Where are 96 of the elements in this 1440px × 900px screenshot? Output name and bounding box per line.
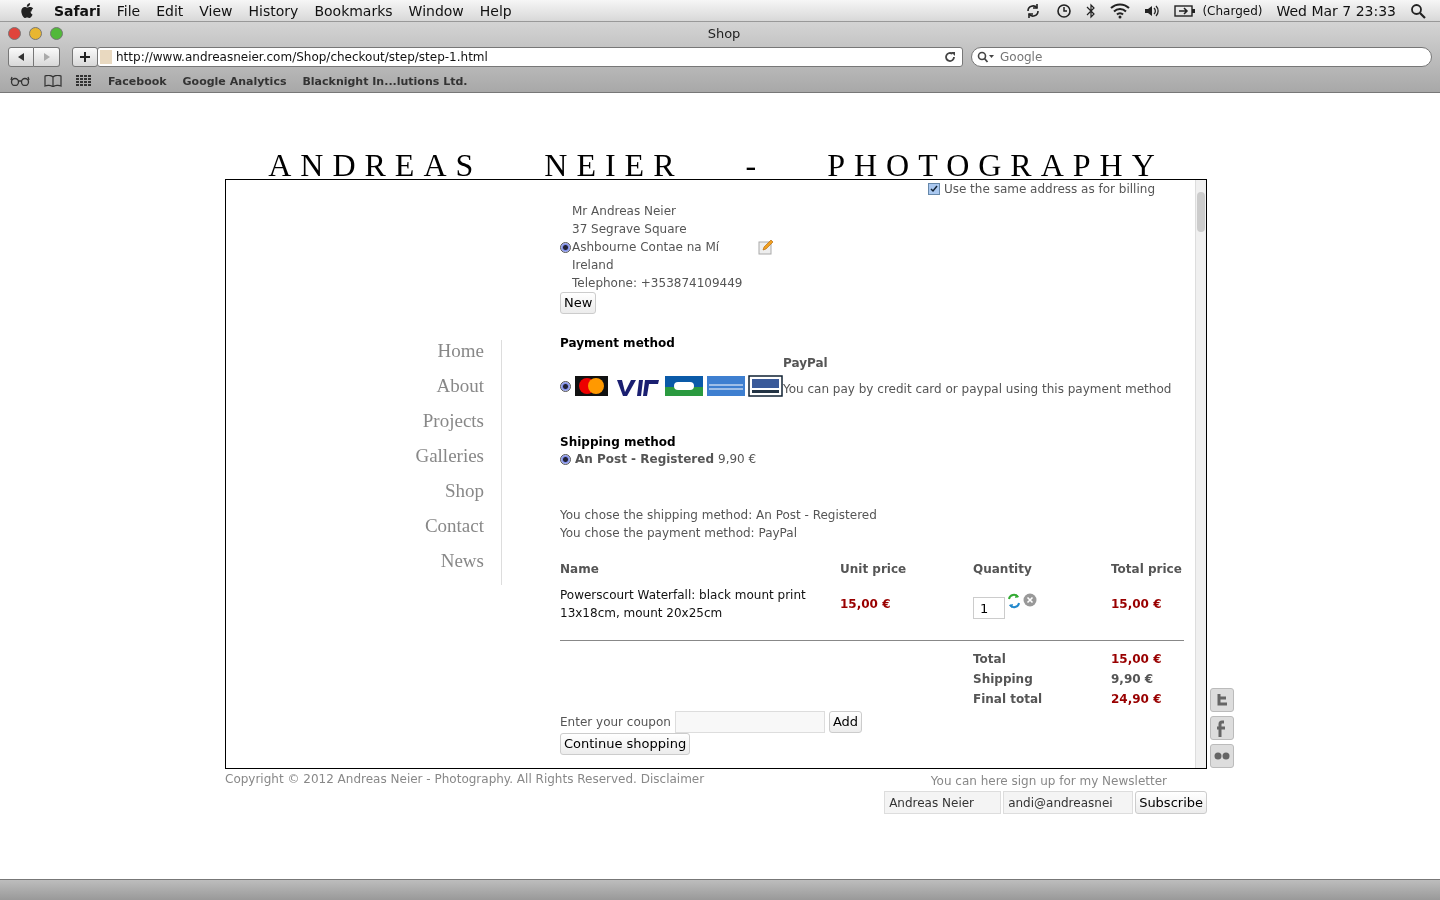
new-button[interactable]: New	[560, 292, 597, 314]
total-price: 15,00 €	[1111, 596, 1163, 613]
product-name: Powerscourt Waterfall: black mount print 13x18cm, mount 20x25cm	[560, 587, 807, 622]
total-value: 24,90 €	[1111, 691, 1163, 708]
nav-link[interactable]: About	[436, 375, 484, 397]
close-button[interactable]	[8, 26, 21, 40]
refresh-icon[interactable]	[1007, 593, 1021, 609]
section-heading: Shipping method	[560, 434, 676, 450]
bookmark-link[interactable]: Google Analytics	[182, 74, 287, 88]
menu-item[interactable]: Edit	[156, 2, 184, 19]
checkbox-label: Use the same address as for billing	[943, 182, 1155, 196]
column-header: Total price	[1111, 561, 1183, 578]
reading-list-icon[interactable]	[10, 76, 30, 86]
window-title: Shop	[707, 25, 741, 41]
nav-link[interactable]: Galleries	[415, 445, 484, 467]
menu-item[interactable]: Bookmarks	[314, 2, 393, 19]
total-value: 15,00 €	[1111, 651, 1163, 668]
site-title: ANDREAS NEIER - PHOTOGRAPHY	[267, 147, 1165, 183]
section-heading: Payment method	[560, 335, 675, 352]
payment-option-name: PayPal	[783, 355, 829, 372]
radio-button[interactable]	[560, 381, 571, 392]
summary-line: You chose the shipping method: An Post - Registered	[560, 507, 877, 524]
menu-item[interactable]: Help	[479, 2, 512, 19]
grid-icon[interactable]	[76, 75, 92, 87]
total-label: Total	[973, 651, 1007, 668]
menu-item[interactable]: View	[199, 2, 233, 19]
shipping-price: 9,90 €	[718, 451, 757, 468]
coupon-field[interactable]	[674, 711, 825, 733]
address-line: Mr Andreas Neier	[572, 203, 677, 220]
back-button[interactable]	[8, 47, 34, 67]
sync-icon[interactable]	[1025, 2, 1042, 19]
menu-item[interactable]: History	[248, 2, 299, 19]
bookmark-link[interactable]: Facebook	[108, 74, 167, 88]
battery-status: (Charged)	[1202, 3, 1263, 18]
zoom-button[interactable]	[50, 26, 63, 40]
nav-link[interactable]: Shop	[444, 480, 484, 502]
flickr-icon[interactable]	[1210, 744, 1234, 768]
copyright-text: Copyright © 2012 Andreas Neier - Photography. All Rights Reserved. Disclaimer	[225, 772, 705, 788]
bookmark-link[interactable]: Blacknight In...lutions Ltd.	[302, 74, 468, 88]
radio-button[interactable]	[560, 241, 571, 253]
address-line: 37 Segrave Square	[572, 221, 688, 238]
subscribe-button[interactable]: Subscribe	[1135, 791, 1207, 814]
forward-button[interactable]	[34, 47, 60, 67]
app-menu[interactable]: Safari	[54, 2, 101, 19]
quantity-field[interactable]: 1	[973, 597, 1005, 619]
menu-item[interactable]: File	[116, 2, 141, 19]
battery-icon[interactable]	[1174, 3, 1197, 18]
continue-shopping-button[interactable]: Continue shopping	[560, 733, 691, 755]
apple-icon[interactable]	[20, 2, 34, 19]
column-header: Unit price	[840, 561, 908, 578]
clock-icon[interactable]	[1055, 2, 1073, 19]
payment-cards-icon	[573, 374, 783, 398]
bluetooth-icon[interactable]	[1086, 2, 1097, 19]
total-value: 9,90 €	[1111, 671, 1155, 688]
nav-link[interactable]: Contact	[424, 515, 484, 537]
coupon-label: Enter your coupon	[560, 714, 671, 731]
add-bookmark-button[interactable]	[72, 47, 98, 67]
scrollbar[interactable]	[1195, 180, 1206, 768]
left-triangle-icon	[16, 52, 26, 62]
total-label: Shipping	[973, 671, 1034, 688]
menu-item[interactable]: Window	[408, 2, 464, 19]
nav-link[interactable]: Home	[437, 340, 484, 362]
radio-button[interactable]	[560, 453, 571, 465]
name-field[interactable]: Andreas Neier	[884, 791, 1002, 814]
payment-description: You can pay by credit card or paypal using this payment method	[783, 381, 1172, 398]
nav-link[interactable]: Projects	[422, 410, 484, 432]
facebook-icon[interactable]	[1210, 716, 1234, 740]
column-header: Quantity	[973, 561, 1033, 578]
search-icon[interactable]	[1410, 2, 1426, 19]
minimize-button[interactable]	[29, 26, 42, 40]
column-header: Name	[560, 561, 600, 578]
twitter-icon[interactable]	[1210, 688, 1234, 712]
summary-line: You chose the payment method: PayPal	[560, 525, 798, 542]
address-line: Telephone: +353874109449	[572, 275, 743, 292]
add-button[interactable]: Add	[828, 711, 863, 733]
edit-icon[interactable]	[758, 239, 775, 255]
email-field[interactable]: andi@andreasnei	[1003, 791, 1134, 814]
plus-icon	[79, 51, 91, 63]
nav-link[interactable]: News	[440, 550, 484, 572]
search-field[interactable]: Google	[971, 47, 1432, 67]
remove-icon[interactable]	[1023, 593, 1037, 607]
menu-clock[interactable]: Wed Mar 7 23:33	[1276, 2, 1396, 19]
total-label: Final total	[973, 691, 1044, 708]
shipping-option-name: An Post - Registered	[575, 451, 714, 468]
favicon-icon	[100, 50, 112, 64]
newsletter-prompt: You can here sign up for my Newsletter	[930, 774, 1167, 788]
search-icon[interactable]	[977, 51, 995, 63]
reload-icon[interactable]	[944, 51, 956, 63]
address-field[interactable]: http://www.andreasneier.com/Shop/checkout/step/step-1.html	[97, 47, 963, 67]
address-line: Ireland	[572, 257, 615, 274]
right-triangle-icon	[41, 52, 52, 62]
wifi-icon[interactable]	[1110, 2, 1131, 19]
checkbox[interactable]	[927, 183, 940, 195]
address-line: Ashbourne Contae na Mí	[572, 239, 721, 256]
unit-price: 15,00 €	[840, 596, 892, 613]
book-icon[interactable]	[44, 75, 62, 87]
